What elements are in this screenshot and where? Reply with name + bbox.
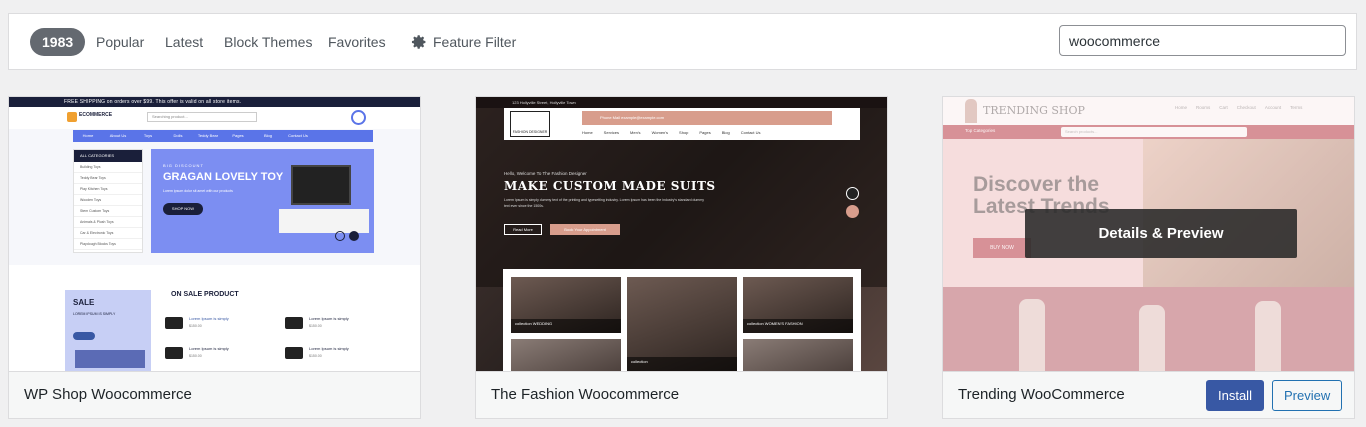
theme-card-footer: Trending WooCommerce Install Preview xyxy=(943,371,1354,418)
theme-name[interactable]: WP Shop Woocommerce xyxy=(24,386,192,403)
theme-screenshot[interactable]: 123 Hollyville Street, Hollyville Town F… xyxy=(476,97,887,371)
preview-button[interactable]: Preview xyxy=(1272,380,1343,411)
theme-name[interactable]: Trending WooCommerce xyxy=(958,386,1125,403)
thumb-menu: Home Services Men's Women's Shop Pages Blog Con… xyxy=(582,130,761,135)
thumb-product: Lorem Ipsum is simply $150.00 xyxy=(165,345,265,361)
thumb-product: Lorem Ipsum is simply $150.00 xyxy=(285,315,385,331)
thumb-contact: Phone Mail example@example.com xyxy=(582,111,832,125)
slider-prev-icon xyxy=(335,231,345,241)
thumb-text: Lorem Ipsum is simply dummy text of the … xyxy=(504,198,705,208)
collection-tile: collection xyxy=(627,277,737,371)
thumb-read-more: Read More xyxy=(504,224,542,235)
slider-next-icon xyxy=(349,231,359,241)
tv-image xyxy=(291,165,351,205)
theme-count-badge: 1983 xyxy=(30,28,86,56)
tab-latest[interactable]: Latest xyxy=(165,28,203,56)
tab-popular[interactable]: Popular xyxy=(96,28,144,56)
thumb-logo: ECOMMERCE xyxy=(79,112,113,118)
theme-card-fashion[interactable]: 123 Hollyville Street, Hollyville Town F… xyxy=(475,96,888,419)
theme-search-input[interactable] xyxy=(1059,25,1346,56)
thumb-product: Lorem Ipsum is simply $150.00 xyxy=(165,315,265,331)
feature-filter-button[interactable]: Feature Filter xyxy=(411,28,516,56)
thumb-topline: 123 Hollyville Street, Hollyville Town xyxy=(476,97,887,108)
thumb-search: Searching product... xyxy=(147,112,257,122)
theme-card-trending[interactable]: TRENDING SHOP Home Rooms Cart Checkout Accou… xyxy=(942,96,1355,419)
thumb-welcome: Hello, Welcome To The Fashion Designer xyxy=(504,171,587,176)
install-button[interactable]: Install xyxy=(1206,380,1264,411)
tab-favorites[interactable]: Favorites xyxy=(328,28,386,56)
thumb-menu: Home About Us Toys Dolls Teddy Bear Pages Blog… xyxy=(73,130,373,142)
theme-screenshot[interactable]: TRENDING SHOP Home Rooms Cart Checkout Accou… xyxy=(943,97,1354,371)
cart-icon xyxy=(351,110,366,125)
theme-card-wp-shop[interactable]: FREE SHIPPING on orders over $99. This o… xyxy=(8,96,421,419)
theme-card-footer: WP Shop Woocommerce xyxy=(9,371,420,418)
thumb-collection-grid: collection WEDDING collection collection… xyxy=(503,269,861,371)
collection-tile: collection WOMEN'S FASHION xyxy=(743,277,853,333)
thumb-title: MAKE CUSTOM MADE SUITS xyxy=(504,179,716,193)
thumb-product: Lorem Ipsum is simply $150.00 xyxy=(285,345,385,361)
theme-card-footer: The Fashion Woocommerce xyxy=(476,371,887,418)
details-preview-overlay[interactable]: Details & Preview xyxy=(1025,209,1297,258)
thumb-appointment: Book Your Appointment xyxy=(550,224,620,235)
thumb-topbar: FREE SHIPPING on orders over $99. This o… xyxy=(9,97,420,107)
shop-logo-icon xyxy=(67,112,77,122)
gear-icon xyxy=(411,35,426,49)
theme-screenshot[interactable]: FREE SHIPPING on orders over $99. This o… xyxy=(9,97,420,371)
tv-stand-image xyxy=(279,209,369,233)
thumb-banner: BIG DISCOUNT GRAGAN LOVELY TOY Lorem ips… xyxy=(151,149,374,253)
theme-filter-bar: 1983 Popular Latest Block Themes Favorit… xyxy=(8,13,1357,70)
thumb-category-sidebar: ALL CATEGORIES Building Toys Teddy Bear … xyxy=(73,149,143,253)
thumb-onsale-title: ON SALE PRODUCT xyxy=(171,291,239,298)
feature-filter-label: Feature Filter xyxy=(433,34,517,50)
thumb-sale-box: SALE LOREM IPSUM IS SIMPLY xyxy=(65,290,151,371)
thumb-logo: FASHION DESIGNER xyxy=(510,111,550,137)
tab-block-themes[interactable]: Block Themes xyxy=(224,28,312,56)
collection-tile: collection WEDDING xyxy=(511,277,621,333)
slider-prev-icon xyxy=(846,205,859,218)
theme-name[interactable]: The Fashion Woocommerce xyxy=(491,386,679,403)
slider-next-icon xyxy=(846,187,859,200)
